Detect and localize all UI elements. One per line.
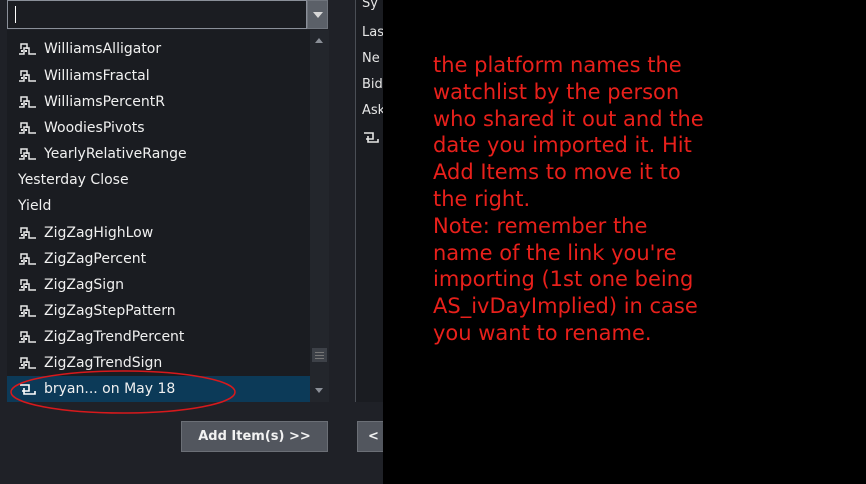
study-link-icon [18, 147, 38, 162]
scroll-down-icon[interactable] [315, 388, 323, 393]
list-item-label: bryan... on May 18 [44, 381, 176, 397]
list-item-label: WilliamsAlligator [44, 41, 162, 57]
study-link-icon [18, 226, 38, 241]
search-input[interactable] [7, 0, 307, 29]
column-item[interactable]: Sy [362, 0, 378, 11]
study-link-icon [18, 252, 38, 267]
annotation-overlay: the platform names the watchlist by the … [383, 0, 866, 484]
list-item-label: ZigZagPercent [44, 251, 147, 267]
grip-line [315, 355, 324, 356]
shared-link-icon[interactable] [362, 130, 382, 149]
list-item[interactable]: ZigZagPercent [7, 246, 310, 272]
list-scrollbar[interactable] [310, 30, 329, 402]
list-item[interactable]: WilliamsFractal [7, 63, 310, 89]
list-item[interactable]: ZigZagTrendSign [7, 350, 310, 376]
list-item-label: ZigZagTrendPercent [44, 329, 185, 345]
available-items-list: WilliamsAlligator WilliamsFractal Williams… [7, 30, 310, 402]
list-item-selected[interactable]: bryan... on May 18 [7, 376, 310, 402]
list-item[interactable]: ZigZagStepPattern [7, 298, 310, 324]
grip-line [315, 358, 324, 359]
list-item-label: WilliamsFractal [44, 68, 150, 84]
column-item[interactable]: Ne [362, 51, 380, 66]
annotation-text: the platform names the watchlist by the … [433, 53, 704, 345]
search-dropdown-button[interactable] [307, 0, 328, 29]
list-item[interactable]: ZigZagSign [7, 272, 310, 298]
column-item[interactable]: Ask [362, 103, 383, 118]
list-item[interactable]: ZigZagHighLow [7, 220, 310, 246]
study-link-icon [18, 69, 38, 84]
study-link-icon [18, 356, 38, 371]
list-item-label: YearlyRelativeRange [44, 146, 187, 162]
column-item[interactable]: Bid [362, 77, 383, 92]
column-item[interactable]: Las [362, 25, 383, 40]
study-link-icon [18, 304, 38, 319]
scroll-up-icon[interactable] [315, 38, 323, 43]
study-link-icon [18, 121, 38, 136]
scroll-thumb[interactable] [312, 348, 327, 362]
list-item-label: WoodiesPivots [44, 120, 145, 136]
study-link-icon [18, 95, 38, 110]
list-item-label: Yield [18, 198, 52, 214]
remove-items-button[interactable]: < [357, 421, 383, 452]
selected-items-panel: Sy Las Ne Bid Ask < [333, 0, 383, 484]
list-item[interactable]: Yesterday Close [7, 167, 310, 193]
study-link-icon [18, 42, 38, 57]
list-item-label: WilliamsPercentR [44, 94, 166, 110]
add-items-button[interactable]: Add Item(s) >> [181, 421, 328, 452]
list-item[interactable]: WilliamsAlligator [7, 36, 310, 62]
list-item-label: ZigZagTrendSign [44, 355, 163, 371]
text-caret [15, 6, 16, 23]
list-item-label: Yesterday Close [18, 172, 129, 188]
available-items-panel: WilliamsAlligator WilliamsFractal Williams… [0, 0, 333, 484]
list-item[interactable]: ZigZagTrendPercent [7, 324, 310, 350]
study-link-icon [18, 278, 38, 293]
list-item[interactable]: WilliamsPercentR [7, 89, 310, 115]
study-link-icon [18, 330, 38, 345]
selected-items-list: Sy Las Ne Bid Ask [355, 0, 383, 402]
grip-line [315, 352, 324, 353]
list-item[interactable]: WoodiesPivots [7, 115, 310, 141]
search-box [7, 0, 328, 30]
chevron-down-icon [313, 12, 323, 18]
shared-link-icon [18, 382, 38, 397]
list-item[interactable]: Yield [7, 193, 310, 219]
list-item-label: ZigZagSign [44, 277, 124, 293]
list-item-label: ZigZagStepPattern [44, 303, 176, 319]
list-item[interactable]: YearlyRelativeRange [7, 141, 310, 167]
list-item-label: ZigZagHighLow [44, 225, 154, 241]
